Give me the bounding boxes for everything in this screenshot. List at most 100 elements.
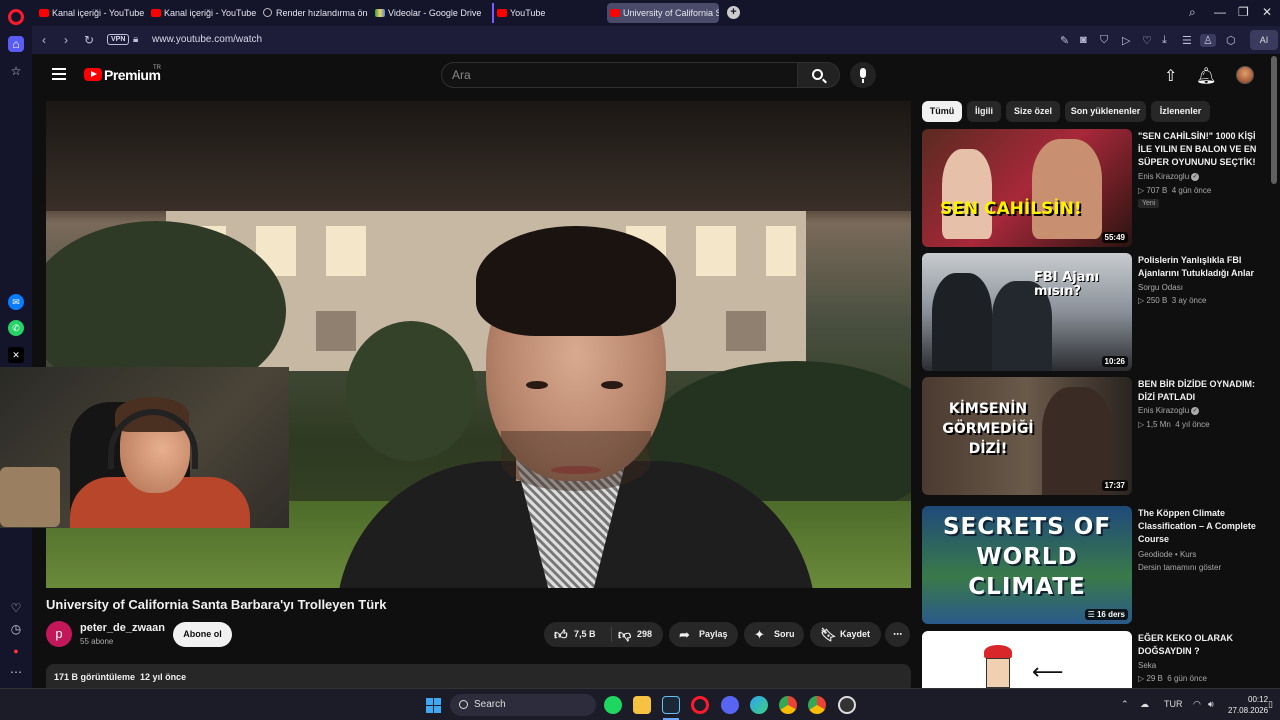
rec-channel[interactable]: Seka <box>1138 661 1156 670</box>
volume-icon[interactable]: 🔊︎ <box>1208 699 1214 710</box>
rec-show-all[interactable]: Dersin tamamını göster <box>1138 563 1221 572</box>
taskbar-search[interactable]: Search <box>450 694 596 716</box>
spotify-icon[interactable] <box>604 696 622 714</box>
tab-6-active[interactable]: University of California Sa <box>607 3 719 23</box>
language-indicator[interactable]: TUR <box>1164 699 1183 709</box>
chrome-icon[interactable] <box>808 696 826 714</box>
camera-icon[interactable]: ◙ <box>1080 34 1087 46</box>
like-count[interactable]: 7,5 B <box>574 622 596 647</box>
opera-icon[interactable] <box>691 696 709 714</box>
shield-icon[interactable]: ⛉ <box>1100 34 1108 47</box>
rec-channel[interactable]: Enis Kirazoglu ✓ <box>1138 406 1200 415</box>
new-tab-button[interactable]: + <box>727 6 740 19</box>
chip-recent[interactable]: Son yüklenenler <box>1065 101 1146 122</box>
rec-thumbnail[interactable]: KİMSENİN GÖRMEDİĞİ DİZİ! 17:37 <box>922 377 1132 495</box>
vpn-badge[interactable]: VPN <box>107 34 130 45</box>
rec-channel[interactable]: Geodiode • Kurs <box>1138 550 1196 559</box>
heart-icon[interactable]: ♡ <box>1142 34 1152 47</box>
rec-title[interactable]: The Köppen Climate Classification – A Co… <box>1138 507 1260 546</box>
rec-channel[interactable]: Enis Kirazoglu ✓ <box>1138 172 1200 181</box>
tab-4[interactable]: Videolar - Google Drive <box>372 3 484 23</box>
rec-title[interactable]: "SEN CAHİLSİN!" 1000 KİŞİ İLE YILIN EN B… <box>1138 130 1260 169</box>
rec-channel[interactable]: Sorgu Odası <box>1138 283 1183 292</box>
chip-for-you[interactable]: Size özel <box>1006 101 1060 122</box>
youtube-brand[interactable]: Premium <box>104 67 161 83</box>
forward-icon[interactable]: › <box>64 33 68 47</box>
account-avatar[interactable] <box>1236 66 1254 84</box>
edit-icon[interactable]: ✎ <box>1060 34 1069 47</box>
tray-chevron-icon[interactable]: ⌃ <box>1121 699 1129 710</box>
tab-3[interactable]: Render hızlandırma önerile <box>260 3 368 23</box>
cloud-icon[interactable]: ☁ <box>1140 699 1149 710</box>
share-button[interactable]: ➦ Paylaş <box>669 622 738 647</box>
notification-icon[interactable]: ▯ <box>1268 699 1273 710</box>
download-icon[interactable]: ⤓ <box>1162 34 1167 47</box>
discord-icon[interactable] <box>721 696 739 714</box>
lock-icon[interactable]: 🔒︎ <box>133 34 138 45</box>
opera-logo-icon[interactable] <box>8 9 24 25</box>
heart-icon[interactable]: ♡ <box>8 600 24 616</box>
rec-thumbnail[interactable]: SECRETS OF WORLD CLIMATE ☰ 16 ders <box>922 506 1132 624</box>
more-actions-button[interactable]: ⋯ <box>885 622 910 647</box>
search-input[interactable]: Ara <box>441 62 798 88</box>
steam-icon[interactable] <box>662 696 680 714</box>
channel-name[interactable]: peter_de_zwaan <box>80 622 165 634</box>
close-icon[interactable]: ✕ <box>1262 5 1272 19</box>
rec-title[interactable]: EĞER KEKO OLARAK DOĞSAYDIN ? <box>1138 632 1260 658</box>
tab-5[interactable]: YouTube <box>492 3 602 23</box>
url-field[interactable]: www.youtube.com/watch <box>152 34 262 45</box>
profile-icon[interactable]: ♙ <box>1200 34 1216 47</box>
upload-icon[interactable]: ⇧ <box>1164 66 1177 86</box>
home-icon[interactable]: ⌂ <box>8 36 24 52</box>
list-icon[interactable]: ☰ <box>1182 34 1192 47</box>
search-button[interactable] <box>798 62 840 88</box>
chip-all[interactable]: Tümü <box>922 101 962 122</box>
like-icon[interactable]: 👍︎ <box>554 622 568 647</box>
messenger-icon[interactable]: ✉ <box>8 294 24 310</box>
more-icon: ⋯ <box>893 629 902 639</box>
chip-related[interactable]: İlgili <box>967 101 1001 122</box>
rec-title[interactable]: BEN BİR DİZİDE OYNADIM: DİZİ PATLADI <box>1138 378 1260 404</box>
windows-start-icon[interactable] <box>426 698 441 713</box>
reload-icon[interactable]: ↻ <box>84 33 94 47</box>
whatsapp-icon[interactable]: ✆ <box>8 320 24 336</box>
rec-thumbnail[interactable]: SEN CAHİLSİN! 55:49 <box>922 129 1132 247</box>
save-button[interactable]: 🔖︎ Kaydet <box>810 622 881 647</box>
notifications-bell-icon[interactable]: 🔔︎ <box>1196 66 1216 86</box>
subscribe-button[interactable]: Abone ol <box>173 622 232 647</box>
extensions-icon[interactable]: ⬡ <box>1226 34 1236 47</box>
history-icon[interactable]: ◷ <box>8 621 24 637</box>
chrome-icon[interactable] <box>779 696 797 714</box>
share-icon: ➦ <box>679 627 690 642</box>
dislike-icon[interactable]: 👎︎ <box>618 622 631 647</box>
back-icon[interactable]: ‹ <box>42 33 46 47</box>
page-scrollbar[interactable] <box>1271 56 1277 184</box>
opera-red-icon[interactable]: ● <box>8 643 24 659</box>
edge-icon[interactable] <box>750 696 768 714</box>
sparkle-icon: ✦ <box>754 627 765 642</box>
tab-1[interactable]: Kanal içeriği - YouTube St <box>36 3 146 23</box>
file-explorer-icon[interactable] <box>633 696 651 714</box>
chip-watched[interactable]: İzlenenler <box>1151 101 1210 122</box>
aria-ai-button[interactable]: AI <box>1250 30 1278 50</box>
youtube-logo-icon[interactable] <box>84 68 102 81</box>
rec-thumbnail[interactable]: ⟵ <box>922 631 1132 688</box>
more-icon[interactable]: ⋯ <box>8 664 24 680</box>
drive-icon <box>375 9 385 17</box>
star-icon[interactable]: ☆ <box>8 63 24 79</box>
minimize-icon[interactable]: — <box>1214 5 1226 19</box>
channel-avatar[interactable]: p <box>46 621 72 647</box>
ask-button[interactable]: ✦ Soru <box>744 622 804 647</box>
wifi-icon[interactable]: ◠ <box>1193 699 1201 710</box>
rec-title[interactable]: Polislerin Yanlışlıkla FBI Ajanlarını Tu… <box>1138 254 1260 280</box>
clock[interactable]: 00:12 27.08.2026 <box>1228 694 1268 716</box>
rec-thumbnail[interactable]: FBI Ajanı mısın? 10:26 <box>922 253 1132 371</box>
voice-search-icon[interactable] <box>850 62 876 88</box>
hamburger-menu-icon[interactable] <box>52 68 66 80</box>
search-tabs-icon[interactable]: ⌕ <box>1189 5 1196 20</box>
tab-2[interactable]: Kanal içeriği - YouTube St <box>148 3 258 23</box>
x-twitter-icon[interactable]: ✕ <box>8 347 24 363</box>
obs-icon[interactable] <box>838 696 856 714</box>
play-icon[interactable]: ▷ <box>1122 34 1130 47</box>
maximize-icon[interactable]: ❐ <box>1238 5 1249 19</box>
